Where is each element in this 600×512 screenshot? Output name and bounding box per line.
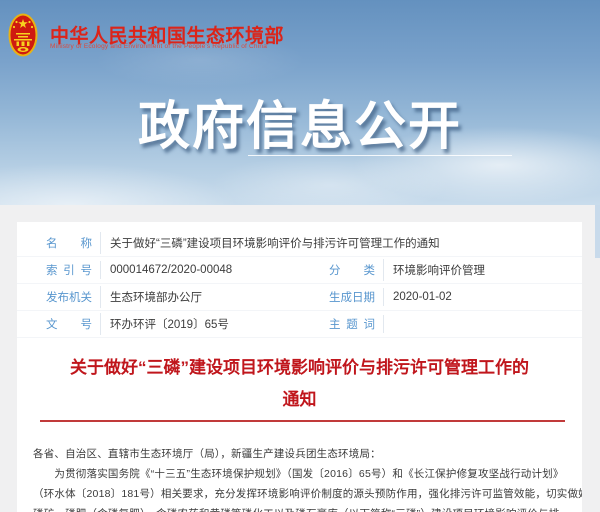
meta-cell-name: 名称 关于做好“三磷”建设项目环境影响评价与排污许可管理工作的通知 (17, 230, 582, 256)
page: 中华人民共和国生态环境部 Ministry of Ecology and Env… (0, 0, 600, 512)
meta-value-name: 关于做好“三磷”建设项目环境影响评价与排污许可管理工作的通知 (100, 232, 444, 254)
scrollbar-thumb[interactable] (595, 205, 600, 258)
meta-row-issuer-date: 发布机关 生态环境部办公厅 生成日期 2020-01-02 (17, 284, 582, 311)
meta-cell-index: 索引号 000014672/2020-00048 (17, 257, 300, 283)
meta-label-keywords: 主题词 (329, 316, 375, 332)
document-title: 关于做好“三磷”建设项目环境影响评价与排污许可管理工作的 通知 (17, 352, 582, 416)
ministry-name-en: Ministry of Ecology and Environment of t… (50, 43, 267, 50)
national-emblem-icon (8, 13, 38, 57)
document-title-line2: 通知 (17, 384, 582, 416)
body-line: 为贯彻落实国务院《“十三五”生态环境保护规划》（国发〔2016〕65号）和《长江… (33, 464, 566, 484)
body-line: 磷矿、磷肥（含磷复肥）、含磷农药和黄磷等磷化工以及磷石膏库（以下简称“三磷”）建… (33, 504, 566, 512)
meta-value-issuer: 生态环境部办公厅 (100, 286, 206, 308)
body-line: 各省、自治区、直辖市生态环境厅（局），新疆生产建设兵团生态环境局： (33, 444, 566, 464)
title-divider (40, 420, 565, 422)
document-title-line1: 关于做好“三磷”建设项目环境影响评价与排污许可管理工作的 (17, 352, 582, 384)
meta-label-date: 生成日期 (329, 289, 375, 305)
meta-cell-keywords: 主题词 (300, 311, 582, 337)
body-line: （环水体〔2018〕181号）相关要求，充分发挥环境影响评价制度的源头预防作用，… (33, 484, 566, 504)
sky-header: 中华人民共和国生态环境部 Ministry of Ecology and Env… (0, 0, 600, 205)
meta-cell-category: 分类 环境影响评价管理 (300, 257, 582, 283)
meta-row-index-category: 索引号 000014672/2020-00048 分类 环境影响评价管理 (17, 257, 582, 284)
meta-value-keywords (383, 315, 397, 333)
meta-label-name: 名称 (46, 235, 92, 251)
meta-row-name: 名称 关于做好“三磷”建设项目环境影响评价与排污许可管理工作的通知 (17, 230, 582, 257)
meta-label-index: 索引号 (46, 262, 92, 278)
meta-table: 名称 关于做好“三磷”建设项目环境影响评价与排污许可管理工作的通知 索引号 00… (17, 222, 582, 338)
banner-underline (248, 155, 512, 156)
meta-value-category: 环境影响评价管理 (383, 259, 489, 281)
meta-label-docno: 文号 (46, 316, 92, 332)
meta-value-docno: 环办环评〔2019〕65号 (100, 313, 233, 335)
meta-cell-issuer: 发布机关 生态环境部办公厅 (17, 284, 300, 310)
banner-title: 政府信息公开 (0, 84, 600, 159)
meta-label-issuer: 发布机关 (46, 289, 92, 305)
meta-value-index: 000014672/2020-00048 (100, 261, 236, 279)
meta-value-date: 2020-01-02 (383, 288, 456, 306)
info-card: 名称 关于做好“三磷”建设项目环境影响评价与排污许可管理工作的通知 索引号 00… (17, 222, 582, 512)
meta-label-category: 分类 (329, 262, 375, 278)
meta-row-docno-keywords: 文号 环办环评〔2019〕65号 主题词 (17, 311, 582, 338)
meta-cell-docno: 文号 环办环评〔2019〕65号 (17, 311, 300, 337)
meta-cell-date: 生成日期 2020-01-02 (300, 284, 582, 310)
document-body: 各省、自治区、直辖市生态环境厅（局），新疆生产建设兵团生态环境局： 为贯彻落实国… (17, 444, 582, 512)
